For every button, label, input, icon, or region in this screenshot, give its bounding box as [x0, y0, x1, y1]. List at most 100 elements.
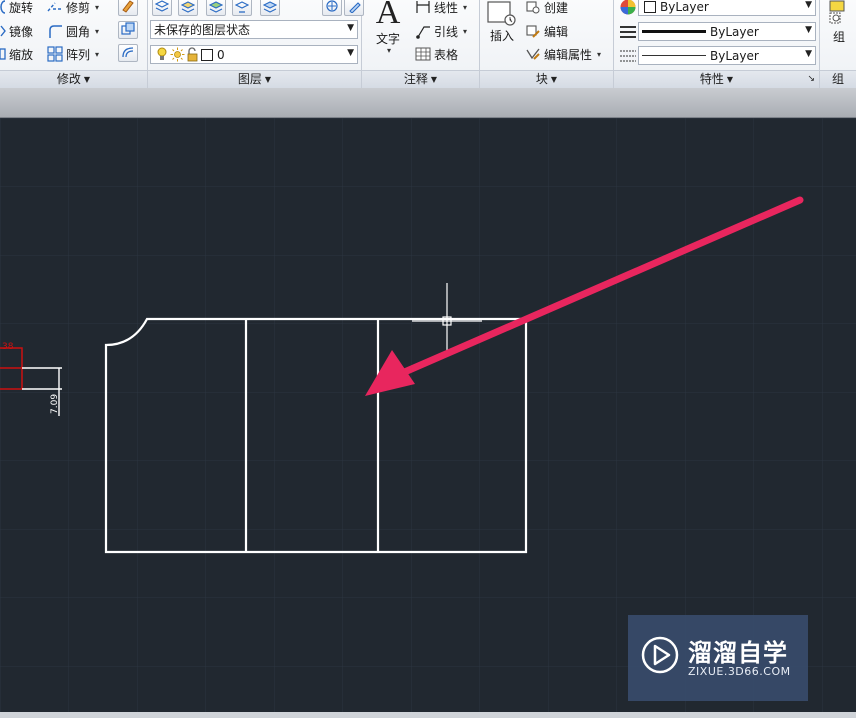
offset-button[interactable]: [118, 44, 138, 62]
copy-3d-button[interactable]: [118, 21, 138, 39]
watermark: 溜溜自学 ZIXUE.3D66.COM: [628, 615, 808, 701]
current-layer-value: 0: [217, 47, 225, 62]
layer-tool-1-button[interactable]: [152, 0, 172, 16]
linetype-dropdown[interactable]: ByLayer ▼: [638, 22, 816, 41]
drawing-canvas[interactable]: 38 7.09 溜溜自学 ZIXUE.3D66.COM: [0, 118, 856, 718]
rotate-button[interactable]: 旋转: [0, 0, 33, 17]
linear-dimension-button[interactable]: 线性 ▾: [414, 0, 467, 17]
linetype-icon[interactable]: [618, 22, 638, 42]
insert-button[interactable]: 插入: [484, 0, 520, 56]
mirror-button[interactable]: 镜像: [0, 21, 33, 41]
layer-previous-icon: [208, 0, 224, 16]
modify-panel-title[interactable]: 修改 ▼: [0, 70, 147, 88]
annotation-panel-title-label: 注释: [403, 72, 428, 86]
sun-icon: [169, 46, 185, 63]
copy-icon: [121, 21, 135, 39]
mirror-label: 镜像: [9, 24, 34, 39]
group-button[interactable]: 组: [824, 0, 854, 53]
color-swatch-icon: [200, 46, 214, 63]
block-panel-title-label: 块: [535, 72, 548, 86]
layers-panel-title[interactable]: 图层 ▼: [148, 70, 361, 88]
array-button[interactable]: 阵列 ▾: [46, 44, 99, 64]
annotation-expand-icon: ▼: [430, 75, 438, 84]
layer-tool-5-button[interactable]: [260, 0, 280, 16]
ribbon: 旋转 修剪 ▾ 镜像 圆角 ▾ 缩放 阵列 ▾ 修改 ▼ 未保存的图层状态 ▼ …: [0, 0, 856, 88]
modify-panel: 旋转 修剪 ▾ 镜像 圆角 ▾ 缩放 阵列 ▾ 修改 ▼: [0, 0, 148, 88]
table-button[interactable]: 表格: [414, 44, 458, 64]
rotate-label: 旋转: [9, 0, 34, 15]
leader-icon: [414, 23, 431, 40]
watermark-title: 溜溜自学: [688, 639, 788, 667]
color-dropdown[interactable]: ByLayer ▼: [638, 0, 816, 16]
block-expand-icon: ▼: [550, 75, 558, 84]
group-icon: [824, 0, 854, 29]
play-logo-icon: [640, 635, 680, 675]
groups-panel-title-label: 组: [831, 72, 844, 86]
edit-attributes-button[interactable]: 编辑属性 ▾: [524, 44, 601, 64]
modify-panel-title-label: 修改: [56, 72, 81, 86]
trim-icon: [46, 0, 63, 16]
create-block-button[interactable]: 创建: [524, 0, 568, 17]
rotate-icon: [0, 0, 6, 16]
fillet-label: 圆角: [66, 24, 91, 39]
lineweight-icon[interactable]: [618, 46, 638, 66]
layer-tool-7-button[interactable]: [344, 0, 364, 16]
scale-icon: [0, 46, 6, 63]
properties-panel-title[interactable]: 特性 ▼ ↘: [614, 70, 819, 88]
color-swatch-bylayer-icon: [642, 0, 657, 15]
annotation-panel-title[interactable]: 注释 ▼: [362, 70, 479, 88]
mirror-icon: [0, 23, 6, 40]
color-arrow-icon: ▼: [805, 0, 812, 10]
trim-dropdown-icon[interactable]: ▾: [95, 3, 99, 12]
layer-tool-2-button[interactable]: [178, 0, 198, 16]
properties-panel-title-label: 特性: [699, 72, 724, 86]
array-dropdown-icon[interactable]: ▾: [95, 50, 99, 59]
status-bar: [0, 712, 856, 718]
lineweight-dropdown[interactable]: ByLayer ▼: [638, 46, 816, 65]
create-block-icon: [524, 0, 541, 16]
trim-label: 修剪: [66, 0, 91, 15]
lightbulb-icon: [154, 46, 169, 63]
leader-button[interactable]: 引线 ▾: [414, 21, 467, 41]
fillet-button[interactable]: 圆角 ▾: [46, 21, 99, 41]
layer-tool-6-button[interactable]: [322, 0, 342, 16]
edit-attributes-dropdown-icon[interactable]: ▾: [597, 50, 601, 59]
fillet-icon: [46, 23, 63, 40]
lineweight-arrow-icon: ▼: [805, 49, 812, 59]
properties-panel: ByLayer ▼ ByLayer ▼ ByLayer ▼ 特性 ▼ ↘: [614, 0, 820, 88]
layer-state-dropdown[interactable]: 未保存的图层状态 ▼: [150, 20, 358, 39]
tab-strip: [0, 88, 856, 118]
edit-attributes-icon: [524, 46, 541, 63]
leader-dropdown-icon[interactable]: ▾: [463, 27, 467, 36]
layer-state-arrow-icon: ▼: [347, 23, 354, 33]
text-dropdown-icon[interactable]: ▾: [372, 46, 406, 56]
leader-label: 引线: [434, 24, 459, 39]
fillet-dropdown-icon[interactable]: ▾: [95, 27, 99, 36]
layer-dropdown[interactable]: 0 ▼: [150, 45, 358, 64]
trim-button[interactable]: 修剪 ▾: [46, 0, 99, 17]
edit-block-button[interactable]: 编辑: [524, 21, 568, 41]
groups-panel-title[interactable]: 组: [820, 70, 856, 88]
color-value: ByLayer: [660, 0, 709, 14]
layer-tool-3-button[interactable]: [206, 0, 226, 16]
create-label: 创建: [544, 0, 569, 15]
scale-button[interactable]: 缩放: [0, 44, 33, 64]
linear-label: 线性: [434, 0, 459, 15]
lineweight-value: ByLayer: [710, 48, 759, 63]
text-button[interactable]: A 文字 ▾: [370, 0, 406, 60]
table-label: 表格: [434, 47, 459, 62]
properties-launcher-icon[interactable]: ↘: [807, 71, 815, 88]
text-big-a-icon: A: [375, 0, 401, 31]
layer-isolate-icon: [234, 0, 250, 16]
dimension-top-text: 38: [2, 342, 14, 352]
color-wheel-icon[interactable]: [618, 0, 638, 17]
erase-button[interactable]: [118, 0, 138, 16]
linetype-arrow-icon: ▼: [805, 25, 812, 35]
modify-expand-icon: ▼: [83, 75, 91, 84]
layer-tool-4-button[interactable]: [232, 0, 252, 16]
layers-panel-title-label: 图层: [237, 72, 262, 86]
block-panel-title[interactable]: 块 ▼: [480, 70, 613, 88]
unlock-icon: [185, 46, 200, 63]
linear-dropdown-icon[interactable]: ▾: [463, 3, 467, 12]
scale-label: 缩放: [9, 47, 34, 62]
